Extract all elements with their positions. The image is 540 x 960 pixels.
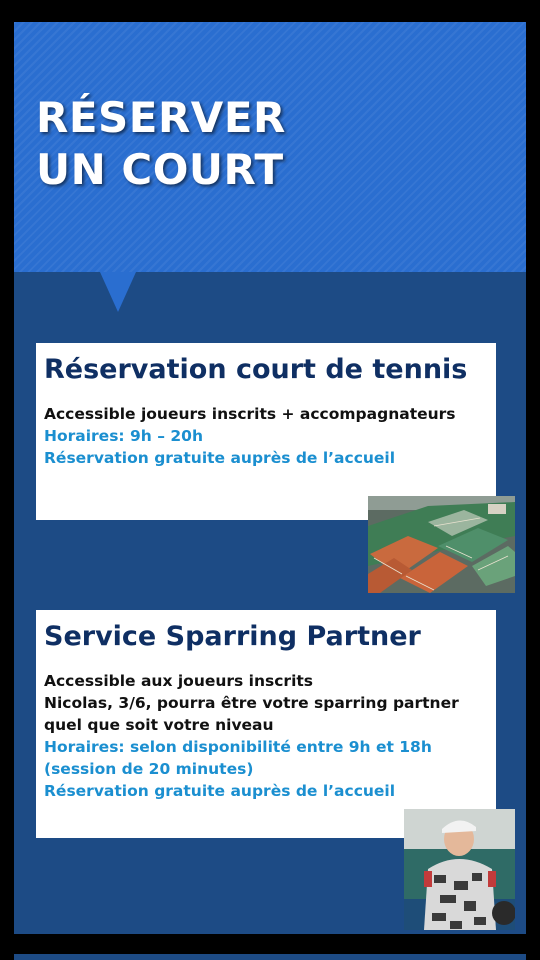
tennis-courts-image bbox=[368, 496, 515, 593]
card-line: Accessible aux joueurs inscrits bbox=[44, 672, 314, 690]
court-reservation-card: Réservation court de tennis Accessible j… bbox=[36, 343, 496, 520]
card-line: Réservation gratuite auprès de l’accueil bbox=[44, 449, 396, 467]
header-pointer-icon bbox=[100, 272, 136, 312]
card-body: Accessible joueurs inscrits + accompagna… bbox=[44, 403, 486, 469]
card-line: Réservation gratuite auprès de l’accueil bbox=[44, 782, 396, 800]
card-line: Horaires: selon disponibilité entre 9h e… bbox=[44, 738, 432, 778]
card-title: Service Sparring Partner bbox=[44, 621, 421, 652]
card-line: Accessible joueurs inscrits + accompagna… bbox=[44, 405, 456, 423]
header-banner: RÉSERVER UN COURT bbox=[14, 22, 526, 272]
card-line: Horaires: 9h – 20h bbox=[44, 427, 203, 445]
title-line-2: UN COURT bbox=[36, 145, 284, 194]
player-portrait-photo bbox=[404, 809, 515, 930]
card-title: Réservation court de tennis bbox=[44, 354, 468, 385]
title-line-1: RÉSERVER bbox=[36, 93, 286, 142]
player-image bbox=[404, 809, 515, 930]
sparring-partner-card: Service Sparring Partner Accessible aux … bbox=[36, 610, 496, 838]
page-title: RÉSERVER UN COURT bbox=[36, 92, 286, 196]
card-body: Accessible aux joueurs inscrits Nicolas,… bbox=[44, 670, 486, 802]
card-line: Nicolas, 3/6, pourra être votre sparring… bbox=[44, 694, 459, 734]
tennis-courts-aerial-photo bbox=[368, 496, 515, 593]
bottom-divider bbox=[14, 954, 526, 960]
